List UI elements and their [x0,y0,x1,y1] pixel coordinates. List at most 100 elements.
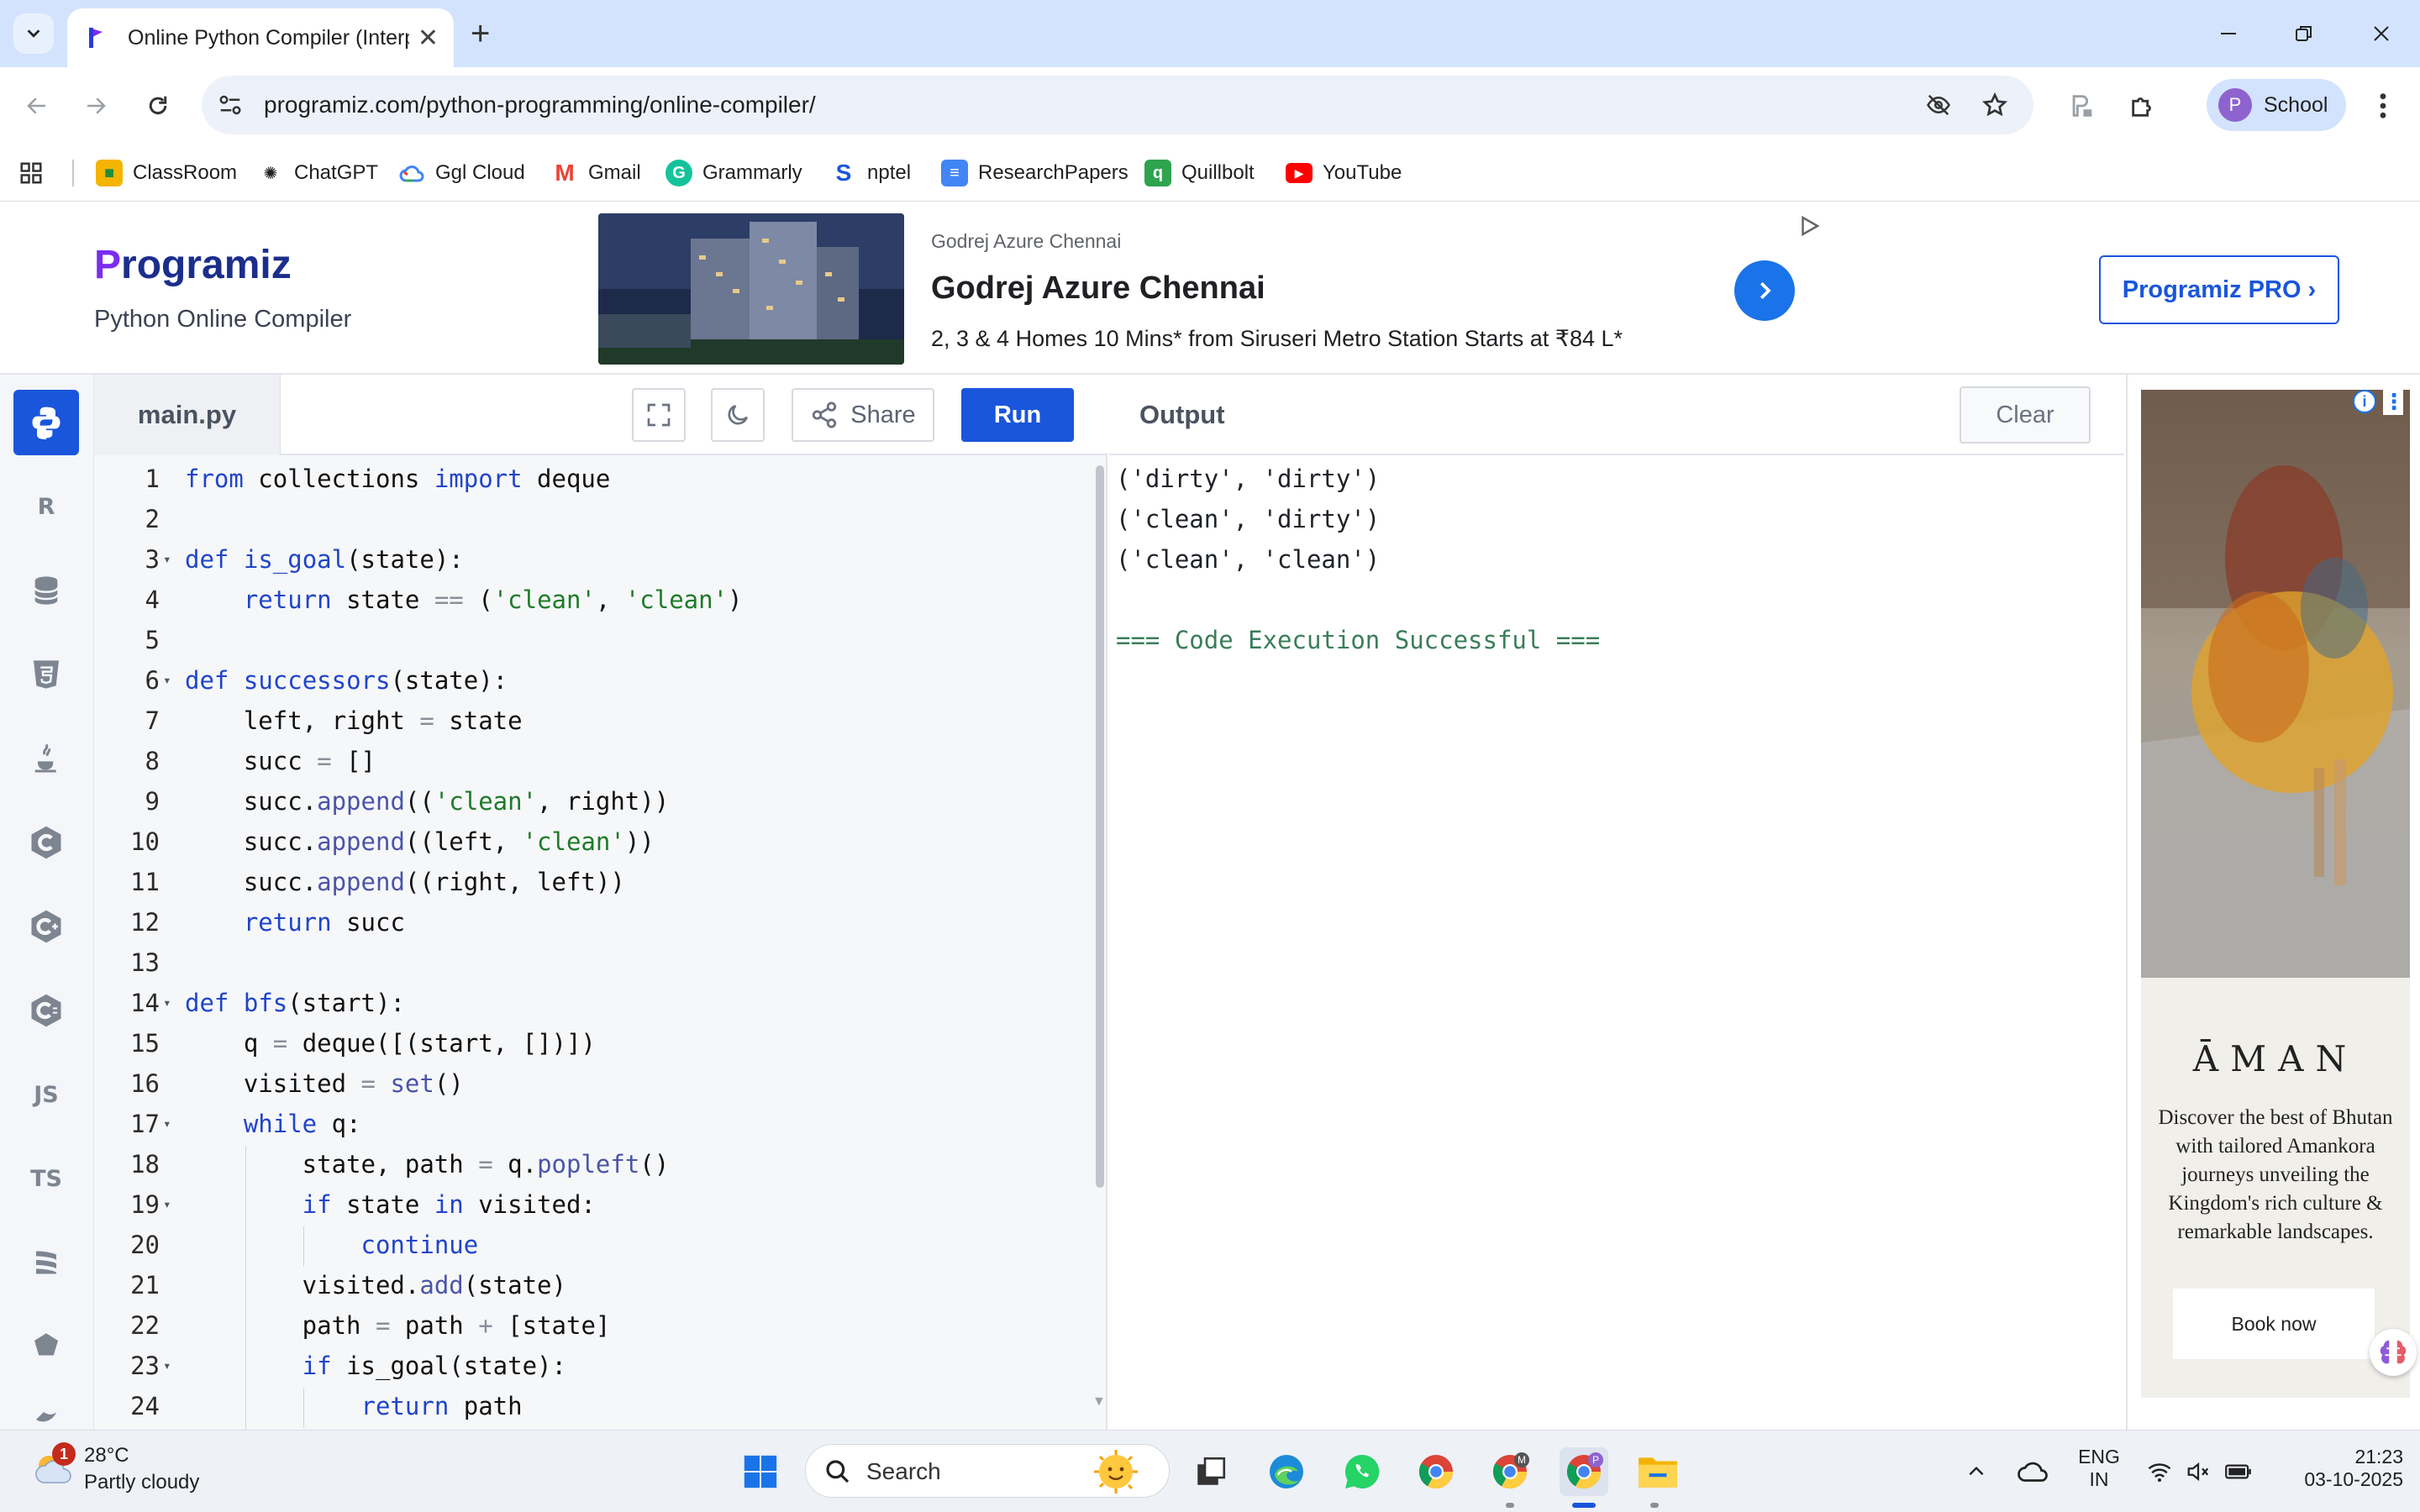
bookmark-gmail[interactable]: M Gmail [551,155,640,192]
sidebar-item-sql[interactable] [13,558,79,623]
fold-arrow-icon[interactable]: ▾ [163,1186,171,1223]
fold-arrow-icon[interactable]: ▾ [163,984,171,1021]
code-line[interactable]: 22 path = path + [state] [94,1307,1086,1344]
sidebar-item-more[interactable] [13,1394,79,1430]
forward-button[interactable] [76,86,116,126]
scrollbar-thumb[interactable] [1096,465,1104,1188]
code-line[interactable]: 6 ▾ def successors(state): [94,662,1086,699]
sidebar-item-javascript[interactable]: JS [13,1062,79,1127]
browser-tab-active[interactable]: Online Python Compiler (Interpreter) ✕ [67,8,454,67]
bookmark-ggl-cloud[interactable]: Ggl Cloud [398,155,525,192]
code-line[interactable]: 17 ▾ while q: [94,1105,1086,1142]
code-line[interactable]: 14 ▾ def bfs(start): [94,984,1086,1021]
sidebar-item-python[interactable] [13,390,79,455]
sidebar-item-go[interactable] [13,1314,79,1379]
share-button[interactable]: Share [792,388,934,442]
book-now-button[interactable]: Book now [2173,1289,2375,1359]
code-line[interactable]: 3 ▾ def is_goal(state): [94,541,1086,578]
ad-open-button[interactable] [1734,260,1795,321]
bookmark-chatgpt[interactable]: ✺ ChatGPT [257,155,378,192]
fold-arrow-icon[interactable]: ▾ [163,541,171,578]
ad-info-icon[interactable]: i [2353,390,2376,413]
ad-dancer-image[interactable] [2141,390,2410,978]
bookmark-grammarly[interactable]: G Grammarly [666,155,802,192]
code-line[interactable]: 7 left, right = state [94,702,1086,739]
code-line[interactable]: 13 [94,944,1086,981]
address-bar[interactable]: programiz.com/python-programming/online-… [202,76,2033,134]
run-button[interactable]: Run [961,388,1074,442]
ad-building-image[interactable] [598,213,904,365]
bookmark-nptel[interactable]: S nptel [830,155,911,192]
taskbar-search[interactable]: Search [805,1444,1170,1498]
code-line[interactable]: 19 ▾ if state in visited: [94,1186,1086,1223]
wifi-button[interactable] [2141,1447,2178,1496]
restore-button[interactable] [2286,15,2323,52]
minimize-button[interactable] [2210,15,2247,52]
taskbar-file-explorer[interactable] [1634,1447,1682,1496]
taskbar-edge[interactable] [1262,1447,1311,1496]
sidebar-item-scala[interactable] [13,1230,79,1295]
code-line[interactable]: 5 [94,622,1086,659]
code-line[interactable]: 15 q = deque([(start, [])]) [94,1025,1086,1062]
bookmark-researchpapers[interactable]: ≡ ResearchPapers [941,155,1128,192]
code-line[interactable]: 12 return succ [94,904,1086,941]
output-console[interactable]: ('dirty', 'dirty') ('clean', 'dirty') ('cl… [1109,455,2124,1430]
sidebar-item-cpp[interactable] [13,894,79,959]
bookmark-youtube[interactable]: ▶ YouTube [1286,155,1402,192]
battery-button[interactable] [2220,1447,2257,1496]
scroll-down-arrow-icon[interactable]: ▼ [1092,1394,1106,1410]
onedrive-button[interactable] [2012,1447,2054,1496]
assistant-brain-button[interactable] [2370,1329,2417,1376]
clock[interactable]: 21:23 03-10-2025 [2302,1446,2403,1491]
taskbar-chrome-profile-p[interactable]: P [1560,1447,1608,1496]
code-line[interactable]: 11 succ.append((right, left)) [94,864,1086,900]
bookmark-classroom[interactable]: ■ ClassRoom [96,155,237,192]
programiz-logo[interactable]: Programiz [94,242,292,288]
code-line[interactable]: 23 ▾ if is_goal(state): [94,1347,1086,1384]
sidebar-item-r[interactable]: R [13,474,79,539]
tab-search-button[interactable] [13,13,54,54]
code-line[interactable]: 10 succ.append((left, 'clean')) [94,823,1086,860]
close-window-button[interactable] [2363,15,2400,52]
fold-arrow-icon[interactable]: ▾ [163,1105,171,1142]
taskbar-chrome-profile-m[interactable]: M [1486,1447,1534,1496]
start-button[interactable] [736,1447,785,1496]
code-line[interactable]: 2 [94,501,1086,538]
volume-button[interactable] [2180,1447,2217,1496]
sidebar-item-java[interactable] [13,726,79,791]
extension-button[interactable] [2062,86,2102,126]
back-button[interactable] [17,86,57,126]
code-line[interactable]: 8 succ = [] [94,743,1086,780]
menu-button[interactable] [2363,86,2403,126]
code-line[interactable]: 21 visited.add(state) [94,1267,1086,1304]
code-line[interactable]: 1 from collections import deque [94,460,1086,497]
ad-title[interactable]: Godrej Azure Chennai [931,270,1265,307]
eye-off-icon[interactable] [1924,92,1953,118]
code-line[interactable]: 16 visited = set() [94,1065,1086,1102]
task-view-button[interactable] [1186,1447,1235,1496]
programiz-pro-button[interactable]: Programiz PRO › [2099,255,2339,324]
show-hidden-icons-button[interactable] [1958,1447,1995,1496]
reload-button[interactable] [138,86,178,126]
bookmark-quillbolt[interactable]: q Quillbolt [1144,155,1255,192]
extensions-button[interactable] [2123,86,2163,126]
ad-options-icon[interactable]: ⋮ [2383,388,2405,415]
code-line[interactable]: 9 succ.append(('clean', right)) [94,783,1086,820]
taskbar-whatsapp[interactable] [1338,1447,1386,1496]
ad-choices-icon[interactable] [1797,213,1822,239]
language-indicator[interactable]: ENG IN [2074,1446,2124,1491]
clear-button[interactable]: Clear [1960,386,2091,444]
fold-arrow-icon[interactable]: ▾ [163,662,171,699]
taskbar-chrome[interactable] [1412,1447,1460,1496]
code-line[interactable]: 20 continue [94,1226,1086,1263]
code-line[interactable]: 4 return state == ('clean', 'clean') [94,581,1086,618]
sidebar-item-csharp[interactable] [13,978,79,1043]
editor-scrollbar[interactable] [1094,459,1104,1198]
tab-close-icon[interactable]: ✕ [418,24,439,53]
dark-mode-button[interactable] [711,388,765,442]
file-tab-main[interactable]: main.py [94,375,281,455]
side-advertisement[interactable]: ĀMAN Discover the best of Bhutan with ta… [2126,375,2420,1430]
sidebar-item-html[interactable] [13,642,79,707]
site-settings-icon[interactable] [217,92,244,118]
sidebar-item-c[interactable] [13,810,79,875]
